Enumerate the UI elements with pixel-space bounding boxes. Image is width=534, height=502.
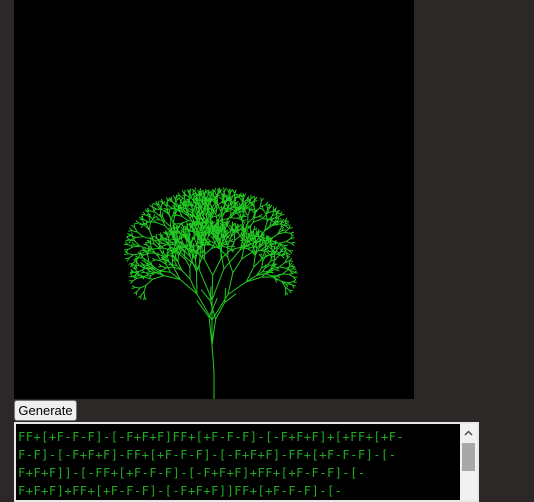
chevron-up-icon[interactable] [460, 424, 477, 441]
scroll-thumb[interactable] [462, 443, 475, 471]
lsystem-output-text: FF+[+F-F-F]-[-F+F+F]FF+[+F-F-F]-[-F+F+F]… [18, 428, 460, 500]
generate-button[interactable]: Generate [14, 400, 77, 421]
lsystem-canvas [14, 0, 414, 399]
output-line: F+F+F]]-[-FF+[+F-F-F]-[-F+F+F]+FF+[+F-F-… [18, 466, 366, 480]
chevron-up-glyph [464, 430, 473, 436]
output-line: FF+[+F-F-F]-[-F+F+F]FF+[+F-F-F]-[-F+F+F]… [18, 430, 404, 444]
output-line: F-F]-[-F+F+F]-FF+[+F-F-F]-[-F+F+F]-FF+[+… [18, 448, 397, 462]
fractal-tree-drawing [14, 0, 414, 399]
vertical-scrollbar[interactable] [460, 424, 477, 500]
lsystem-output-textarea[interactable]: FF+[+F-F-F]-[-F+F+F]FF+[+F-F-F]-[-F+F+F]… [14, 422, 479, 502]
